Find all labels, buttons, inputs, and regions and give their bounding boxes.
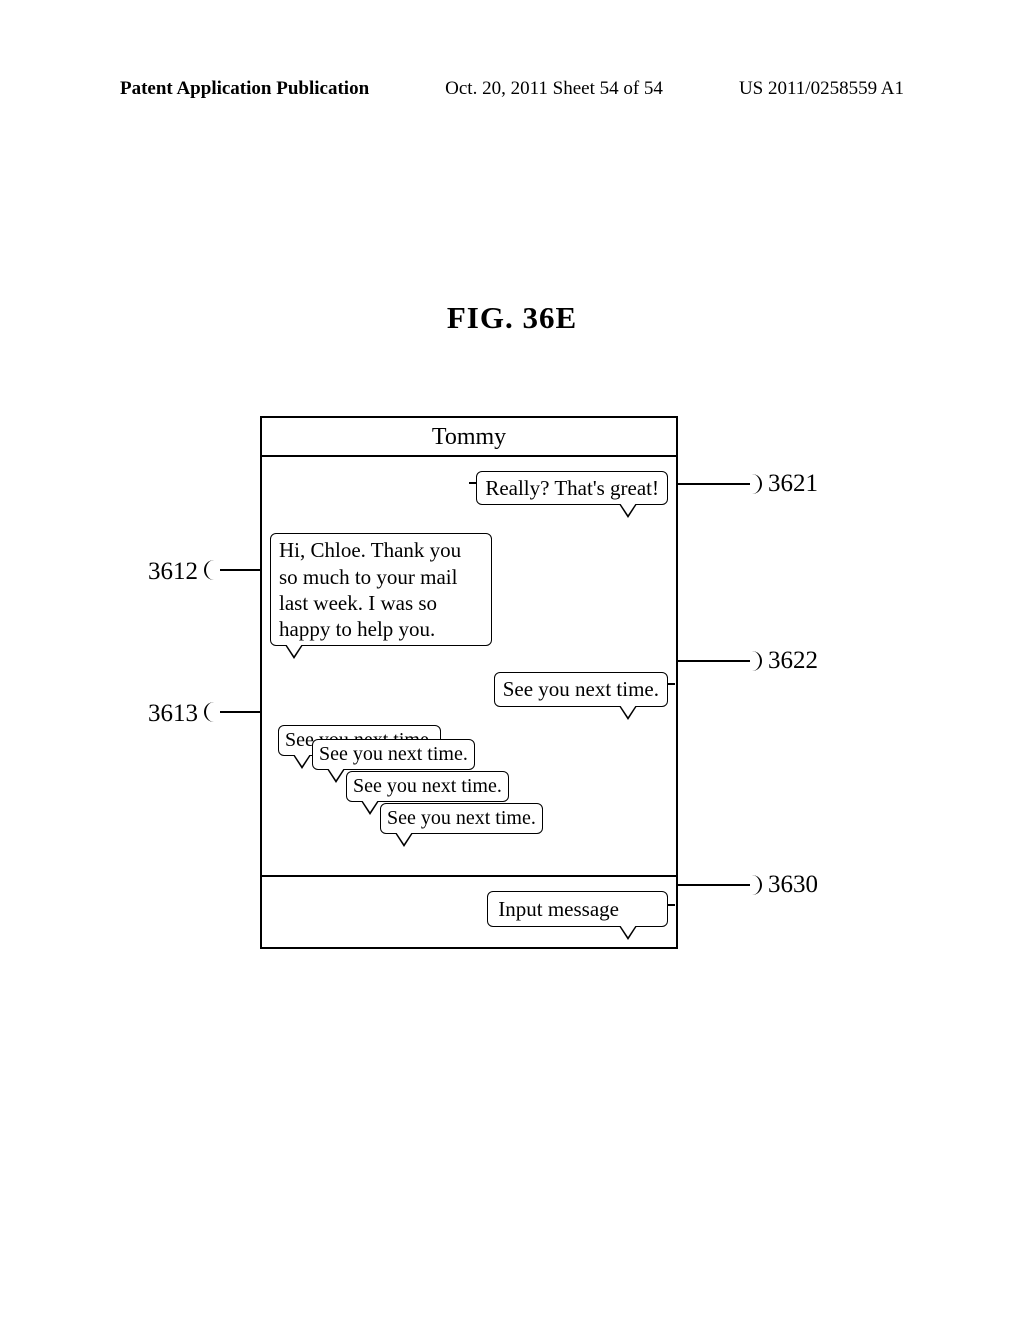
bubble-text: Hi, Chloe. Thank you so much to your mai…: [279, 538, 461, 641]
leader-icon: [469, 482, 477, 484]
leader-line: [678, 884, 750, 886]
message-row: Hi, Chloe. Thank you so much to your mai…: [270, 505, 668, 646]
cascade-group-3613: See you next time. See you next time. Se…: [270, 707, 668, 867]
input-placeholder: Input message: [498, 897, 619, 921]
input-bubble-3630[interactable]: Input message: [487, 891, 668, 927]
leader-line: [220, 569, 262, 571]
bubble-text: See you next time.: [319, 743, 468, 765]
input-bar: Input message: [262, 877, 676, 947]
incoming-bubble-3613-dup: See you next time.: [346, 771, 509, 802]
chat-title: Tommy: [262, 418, 676, 457]
bubble-text: See you next time.: [387, 807, 536, 829]
leader-line: [220, 711, 262, 713]
ref-label-3630: 3630: [768, 871, 818, 899]
header-date-sheet: Oct. 20, 2011 Sheet 54 of 54: [445, 78, 663, 100]
ref-label-3613: 3613: [148, 700, 198, 728]
page-header: Patent Application Publication Oct. 20, …: [0, 0, 1024, 100]
leader-curve-icon: [204, 702, 220, 722]
bubble-text: See you next time.: [503, 677, 659, 701]
patent-page: Patent Application Publication Oct. 20, …: [0, 0, 1024, 1320]
leader-curve-icon: [746, 875, 762, 895]
incoming-bubble-3613-dup: See you next time.: [312, 739, 475, 770]
bubble-text: See you next time.: [353, 775, 502, 797]
message-row: Really? That's great!: [270, 465, 668, 505]
ref-label-3621: 3621: [768, 470, 818, 498]
leader-line: [678, 660, 750, 662]
header-publication: Patent Application Publication: [120, 78, 369, 100]
leader-curve-icon: [746, 474, 762, 494]
figure-title: FIG. 36E: [0, 300, 1024, 336]
chat-window: Tommy Really? That's great! Hi, Chloe. T…: [260, 416, 678, 949]
leader-curve-icon: [746, 651, 762, 671]
leader-icon: [667, 683, 675, 685]
outgoing-bubble-3622: See you next time.: [494, 672, 668, 706]
ref-label-3622: 3622: [768, 647, 818, 675]
bubble-text: Really? That's great!: [485, 476, 659, 500]
leader-curve-icon: [204, 560, 220, 580]
incoming-bubble-3612: Hi, Chloe. Thank you so much to your mai…: [270, 533, 492, 646]
leader-line: [678, 483, 750, 485]
ref-label-3612: 3612: [148, 558, 198, 586]
incoming-bubble-3613-dup: See you next time.: [380, 803, 543, 834]
header-doc-number: US 2011/0258559 A1: [739, 78, 904, 100]
message-row: See you next time.: [270, 646, 668, 706]
outgoing-bubble-3621: Really? That's great!: [476, 471, 668, 505]
leader-icon: [667, 904, 675, 906]
chat-area: Really? That's great! Hi, Chloe. Thank y…: [262, 457, 676, 877]
